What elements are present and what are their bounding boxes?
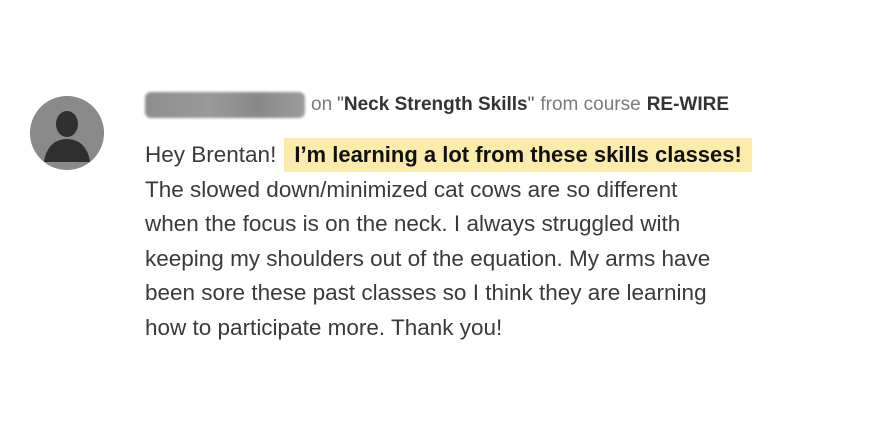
quote-close: " (527, 94, 535, 115)
greeting-text: Hey Brentan! (145, 142, 277, 167)
on-label: on (311, 94, 333, 115)
comment-body: Hey Brentan! I’m learning a lot from thes… (145, 138, 835, 345)
comment-line: The slowed down/minimized cat cows are s… (145, 176, 678, 202)
lesson-title-link[interactable]: Neck Strength Skills (344, 94, 528, 116)
user-silhouette-icon (30, 96, 104, 170)
avatar[interactable] (30, 96, 104, 170)
comment-line: keeping my shoulders out of the equation… (145, 245, 711, 271)
quote-open: " (337, 94, 344, 115)
highlighted-text: I’m learning a lot from these skills cla… (284, 138, 752, 172)
redacted-author-name (145, 92, 305, 118)
comment-line: when the focus is on the neck. I always … (145, 211, 681, 236)
comment-first-line: Hey Brentan! I’m learning a lot from thes… (145, 138, 835, 173)
comment-meta: on " Neck Strength Skills " from course … (145, 90, 729, 120)
course-name-link[interactable]: RE-WIRE (647, 94, 729, 116)
from-course-label: from course (540, 94, 641, 115)
comment-line: been sore these past classes so I think … (145, 280, 707, 305)
comment-line: how to participate more. Thank you! (145, 314, 503, 340)
